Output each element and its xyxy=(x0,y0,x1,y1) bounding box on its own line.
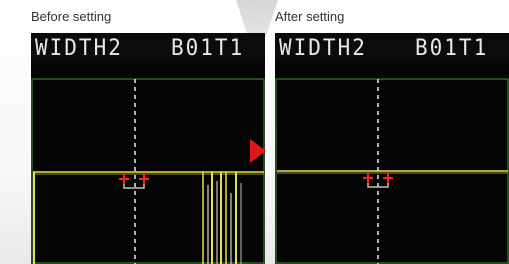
red-marker-left xyxy=(119,174,129,184)
caption-before: Before setting xyxy=(31,9,112,24)
red-marker-right xyxy=(139,174,149,184)
waveform-plot-before xyxy=(31,78,265,264)
red-marker-left xyxy=(363,173,373,183)
arrow-right-icon xyxy=(250,139,266,163)
waveform-plot-after xyxy=(275,78,509,264)
plot-frame xyxy=(31,78,265,264)
red-marker-right xyxy=(383,173,393,183)
notch-outline xyxy=(123,174,145,189)
screen-before: WIDTH2 B01T1 xyxy=(31,33,265,264)
screen-after: WIDTH2 B01T1 xyxy=(275,33,509,264)
caption-after: After setting xyxy=(275,9,345,24)
